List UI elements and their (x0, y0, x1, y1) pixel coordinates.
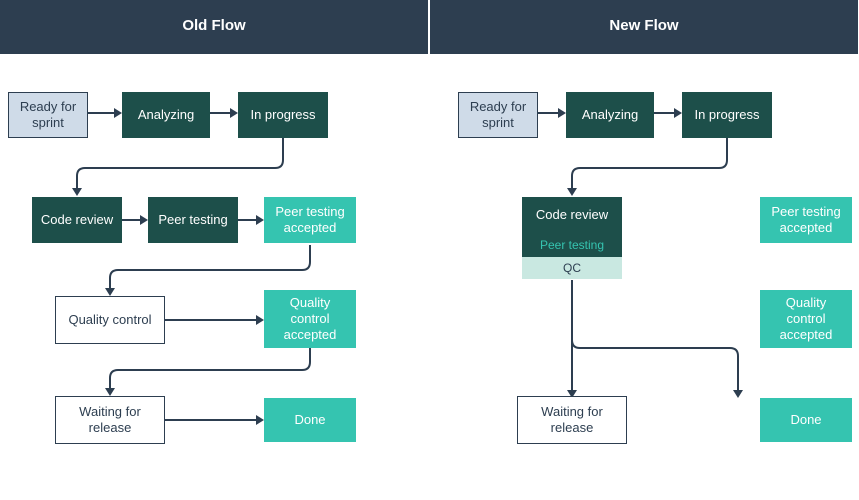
node-label: Analyzing (582, 107, 638, 123)
new-flow-title: New Flow (609, 17, 678, 34)
node-label: Done (294, 412, 325, 428)
node-qc: QC (522, 257, 622, 279)
node-peer-testing: Peer testing (522, 233, 622, 257)
node-label: Code review (536, 207, 608, 223)
node-waiting-for-release: Waiting for release (55, 396, 165, 444)
node-waiting-for-release: Waiting for release (517, 396, 627, 444)
node-label: Peer testing (158, 212, 227, 228)
node-label: QC (563, 261, 581, 276)
node-peer-testing-accepted: Peer testing accepted (760, 197, 852, 243)
node-in-progress: In progress (682, 92, 772, 138)
node-in-progress: In progress (238, 92, 328, 138)
node-ready-for-sprint: Ready for sprint (458, 92, 538, 138)
old-flow-header: Old Flow (0, 0, 428, 54)
node-label: Done (790, 412, 821, 428)
node-label: In progress (250, 107, 315, 123)
node-label: Quality control accepted (271, 295, 349, 344)
node-label: Code review (41, 212, 113, 228)
node-ready-for-sprint: Ready for sprint (8, 92, 88, 138)
node-label: Waiting for release (524, 404, 620, 437)
node-label: Analyzing (138, 107, 194, 123)
new-flow-header: New Flow (430, 0, 858, 54)
old-flow-title: Old Flow (182, 17, 245, 34)
node-label: Peer testing (540, 238, 604, 253)
node-code-review: Code review (32, 197, 122, 243)
node-peer-testing-accepted: Peer testing accepted (264, 197, 356, 243)
node-label: Ready for sprint (465, 99, 531, 132)
node-done: Done (760, 398, 852, 442)
node-quality-control: Quality control (55, 296, 165, 344)
node-quality-control-accepted: Quality control accepted (760, 290, 852, 348)
node-label: Quality control (68, 312, 151, 328)
node-analyzing: Analyzing (566, 92, 654, 138)
node-label: Quality control accepted (767, 295, 845, 344)
node-label: In progress (694, 107, 759, 123)
new-flow-panel: New Flow Ready for sprint Analyzing In p… (430, 0, 858, 500)
node-label: Peer testing accepted (271, 204, 349, 237)
node-code-review: Code review (522, 197, 622, 233)
node-label: Waiting for release (62, 404, 158, 437)
node-label: Peer testing accepted (767, 204, 845, 237)
node-quality-control-accepted: Quality control accepted (264, 290, 356, 348)
node-peer-testing: Peer testing (148, 197, 238, 243)
node-analyzing: Analyzing (122, 92, 210, 138)
old-flow-panel: Old Flow Ready for sprint Analyzin (0, 0, 428, 500)
node-label: Ready for sprint (15, 99, 81, 132)
node-done: Done (264, 398, 356, 442)
